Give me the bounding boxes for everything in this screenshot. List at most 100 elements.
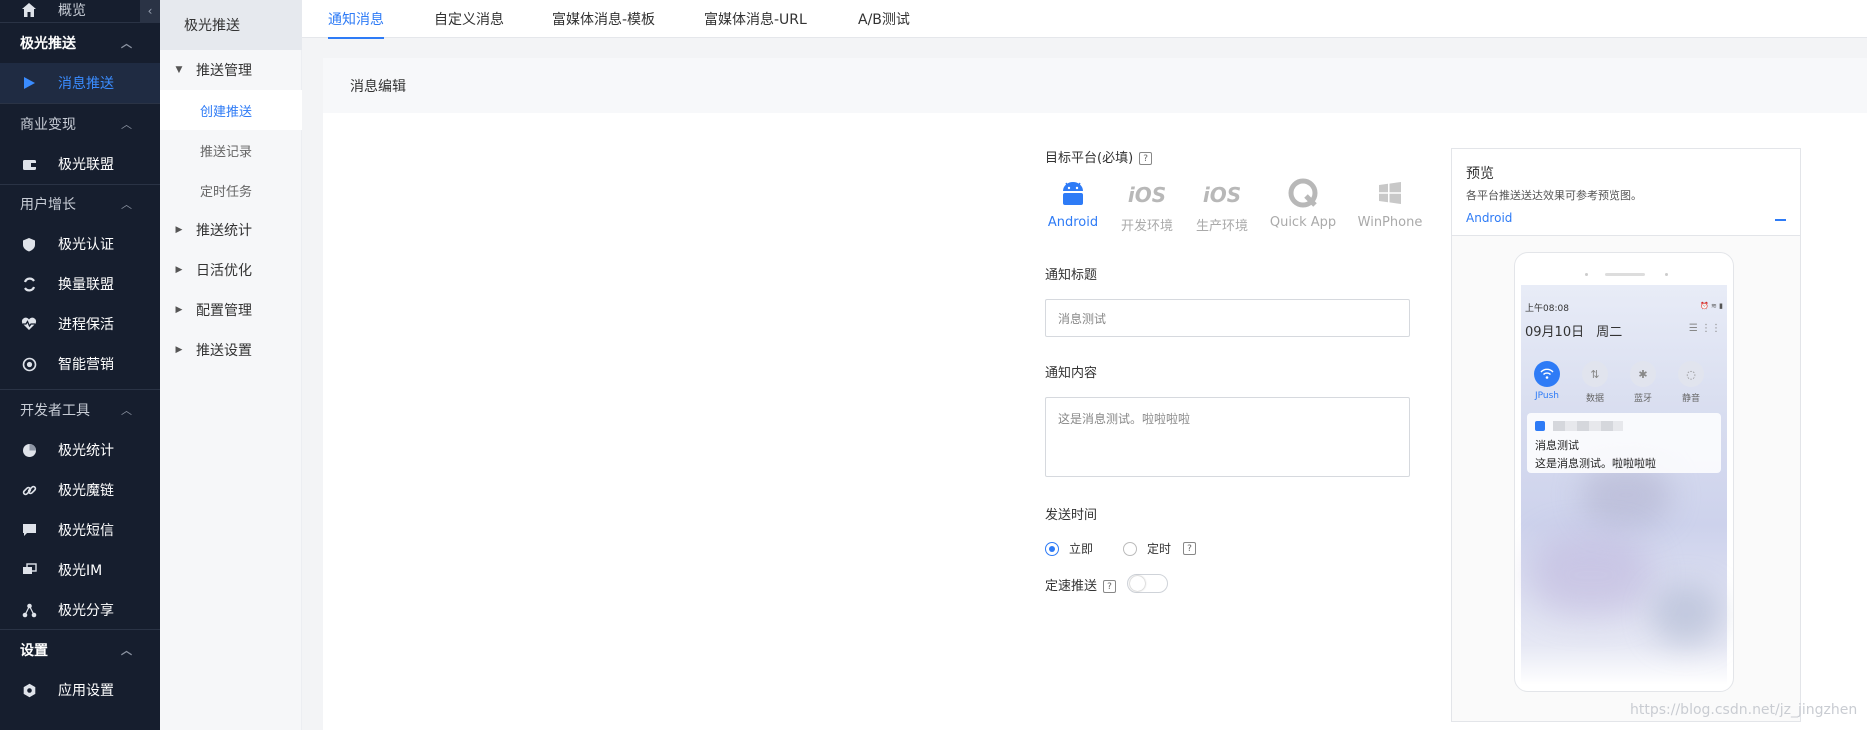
rate-push-toggle[interactable]	[1127, 574, 1168, 593]
minus-icon[interactable]	[1775, 219, 1786, 221]
platform-android[interactable]: Android	[1038, 175, 1108, 230]
chevron-up-icon: ︿	[121, 644, 132, 657]
radio-send-scheduled[interactable]: 定时 ?	[1123, 540, 1197, 557]
help-icon[interactable]: ?	[1139, 152, 1153, 165]
sidebar-item-alliance[interactable]: 极光联盟	[0, 144, 160, 184]
target-platform-label: 目标平台(必填)?	[1045, 147, 1153, 166]
subnav-item-scheduled-tasks[interactable]: 定时任务	[160, 170, 302, 210]
subnav-item-create-push[interactable]: 创建推送	[160, 90, 302, 130]
chevron-up-icon: ︿	[121, 198, 132, 211]
sidebar-item-share[interactable]: 极光分享	[0, 590, 160, 630]
sidebar-item-exchange[interactable]: 换量联盟	[0, 264, 160, 304]
gear-icon	[20, 681, 38, 699]
ios-icon: iOS	[1127, 183, 1167, 207]
platform-ios-dev[interactable]: iOS 开发环境	[1112, 175, 1182, 234]
panel-title: 消息编辑	[323, 58, 1867, 113]
sidebar-group-settings[interactable]: 设置 ︿	[0, 630, 160, 670]
chevron-left-icon: ‹	[147, 4, 153, 18]
tab-custom-message[interactable]: 自定义消息	[434, 0, 504, 38]
subnav-section-dau[interactable]: ▶ 日活优化	[160, 250, 302, 290]
pie-icon	[20, 441, 38, 459]
sidebar-group-monetization[interactable]: 商业变现 ︿	[0, 104, 160, 144]
sidebar-item-message-push[interactable]: 消息推送	[0, 63, 160, 103]
quick-toggle-data: ⇅ 数据	[1577, 361, 1613, 404]
quick-app-icon	[1288, 178, 1318, 212]
caret-right-icon: ▶	[175, 305, 183, 315]
rate-push-label: 定速推送?	[1045, 575, 1117, 594]
ios-icon: iOS	[1202, 183, 1242, 207]
radio-checked-icon	[1045, 541, 1059, 556]
subnav-title: 极光推送	[160, 0, 302, 50]
sub-navigation: 极光推送 ▼ 推送管理 创建推送 推送记录 定时任务 ▶ 推送统计 ▶ 日活优化…	[160, 0, 302, 730]
caret-right-icon: ▶	[175, 265, 183, 275]
watermark: https://blog.csdn.net/jz_jingzhen	[1630, 702, 1858, 718]
data-transfer-icon: ⇅	[1582, 361, 1608, 387]
sidebar-item-auth[interactable]: 极光认证	[0, 224, 160, 264]
tab-rich-template[interactable]: 富媒体消息-模板	[552, 0, 655, 38]
subnav-section-push-settings[interactable]: ▶ 推送设置	[160, 330, 302, 370]
help-icon[interactable]: ?	[1183, 542, 1197, 555]
subnav-item-push-records[interactable]: 推送记录	[160, 130, 302, 170]
sidebar-item-label: 概览	[58, 3, 86, 19]
phone-screen: 上午08:08 ⏰ ≋ ▮ 09月10日 周二 ☰ ⋮⋮ JPush ⇅ 数据 …	[1521, 285, 1727, 685]
sidebar-group-devtools[interactable]: 开发者工具 ︿	[0, 390, 160, 430]
sidebar-item-im[interactable]: 极光IM	[0, 550, 160, 590]
target-icon	[20, 355, 38, 373]
subnav-section-push-management[interactable]: ▼ 推送管理	[160, 50, 302, 90]
caret-down-icon: ▼	[175, 65, 183, 75]
tab-rich-url[interactable]: 富媒体消息-URL	[704, 0, 807, 38]
menu-grid-icon: ☰ ⋮⋮	[1688, 323, 1721, 334]
bell-off-icon: ◌	[1678, 361, 1704, 387]
notification-card-title: 消息测试	[1535, 439, 1579, 452]
lockscreen-weekday: 周二	[1596, 325, 1623, 340]
android-icon	[1060, 179, 1086, 211]
radio-unchecked-icon	[1123, 541, 1137, 556]
sidebar-group-growth[interactable]: 用户增长 ︿	[0, 184, 160, 224]
send-time-label: 发送时间	[1045, 508, 1098, 523]
radio-send-now[interactable]: 立即	[1045, 540, 1093, 557]
collapse-sidebar-button[interactable]: ‹	[140, 0, 160, 22]
quick-toggle-bluetooth: ✱ 蓝牙	[1625, 361, 1661, 404]
preview-header: 预览 各平台推送送达效果可参考预览图。 Android	[1452, 149, 1800, 236]
share-icon	[20, 601, 38, 619]
link-icon	[20, 481, 38, 499]
caret-right-icon: ▶	[175, 345, 183, 355]
sidebar-item-analytics[interactable]: 极光统计	[0, 430, 160, 470]
heart-icon	[20, 315, 38, 333]
subnav-section-push-stats[interactable]: ▶ 推送统计	[160, 210, 302, 250]
help-icon[interactable]: ?	[1103, 580, 1117, 593]
notification-title-input[interactable]: 消息测试	[1045, 299, 1410, 337]
sidebar-item-magiclink[interactable]: 极光魔链	[0, 470, 160, 510]
bluetooth-icon: ✱	[1630, 361, 1656, 387]
subnav-section-config[interactable]: ▶ 配置管理	[160, 290, 302, 330]
notification-card-body: 这是消息测试。啦啦啦啦	[1535, 457, 1656, 470]
notification-card: 消息测试 这是消息测试。啦啦啦啦	[1527, 413, 1721, 473]
swap-icon	[20, 275, 38, 293]
status-icons: ⏰ ≋ ▮	[1700, 302, 1723, 310]
sidebar-item-marketing[interactable]: 智能营销	[0, 344, 160, 384]
sidebar-group-jpush[interactable]: 极光推送 ︿	[0, 23, 160, 63]
preview-platform[interactable]: Android	[1466, 211, 1512, 225]
main-sidebar: 概览 ‹ 极光推送 ︿ 消息推送 商业变现 ︿ 极光联盟 用户增长 ︿ 极光认证	[0, 0, 160, 730]
phone-sensor	[1665, 273, 1668, 276]
preview-description: 各平台推送送达效果可参考预览图。	[1466, 189, 1642, 202]
notification-content-textarea[interactable]: 这是消息测试。啦啦啦啦	[1045, 397, 1410, 477]
notification-content-label: 通知内容	[1045, 366, 1098, 381]
platform-quick-app[interactable]: Quick App	[1268, 175, 1338, 230]
tab-ab-test[interactable]: A/B测试	[858, 0, 910, 38]
wallet-icon	[20, 155, 38, 173]
sidebar-item-overview[interactable]: 概览	[0, 0, 160, 20]
phone-mockup: 上午08:08 ⏰ ≋ ▮ 09月10日 周二 ☰ ⋮⋮ JPush ⇅ 数据 …	[1514, 252, 1734, 692]
play-icon	[20, 74, 38, 92]
sidebar-item-app-settings[interactable]: 应用设置	[0, 670, 160, 710]
platform-ios-prod[interactable]: iOS 生产环境	[1187, 175, 1257, 234]
sidebar-item-sms[interactable]: 极光短信	[0, 510, 160, 550]
platform-winphone[interactable]: WinPhone	[1355, 175, 1425, 230]
phone-camera	[1585, 273, 1588, 276]
sidebar-item-keepalive[interactable]: 进程保活	[0, 304, 160, 344]
status-time: 上午08:08	[1525, 304, 1569, 314]
phone-speaker	[1605, 273, 1645, 276]
app-icon	[1535, 421, 1545, 431]
chat-icon	[20, 561, 38, 579]
tab-notification[interactable]: 通知消息	[328, 0, 384, 39]
